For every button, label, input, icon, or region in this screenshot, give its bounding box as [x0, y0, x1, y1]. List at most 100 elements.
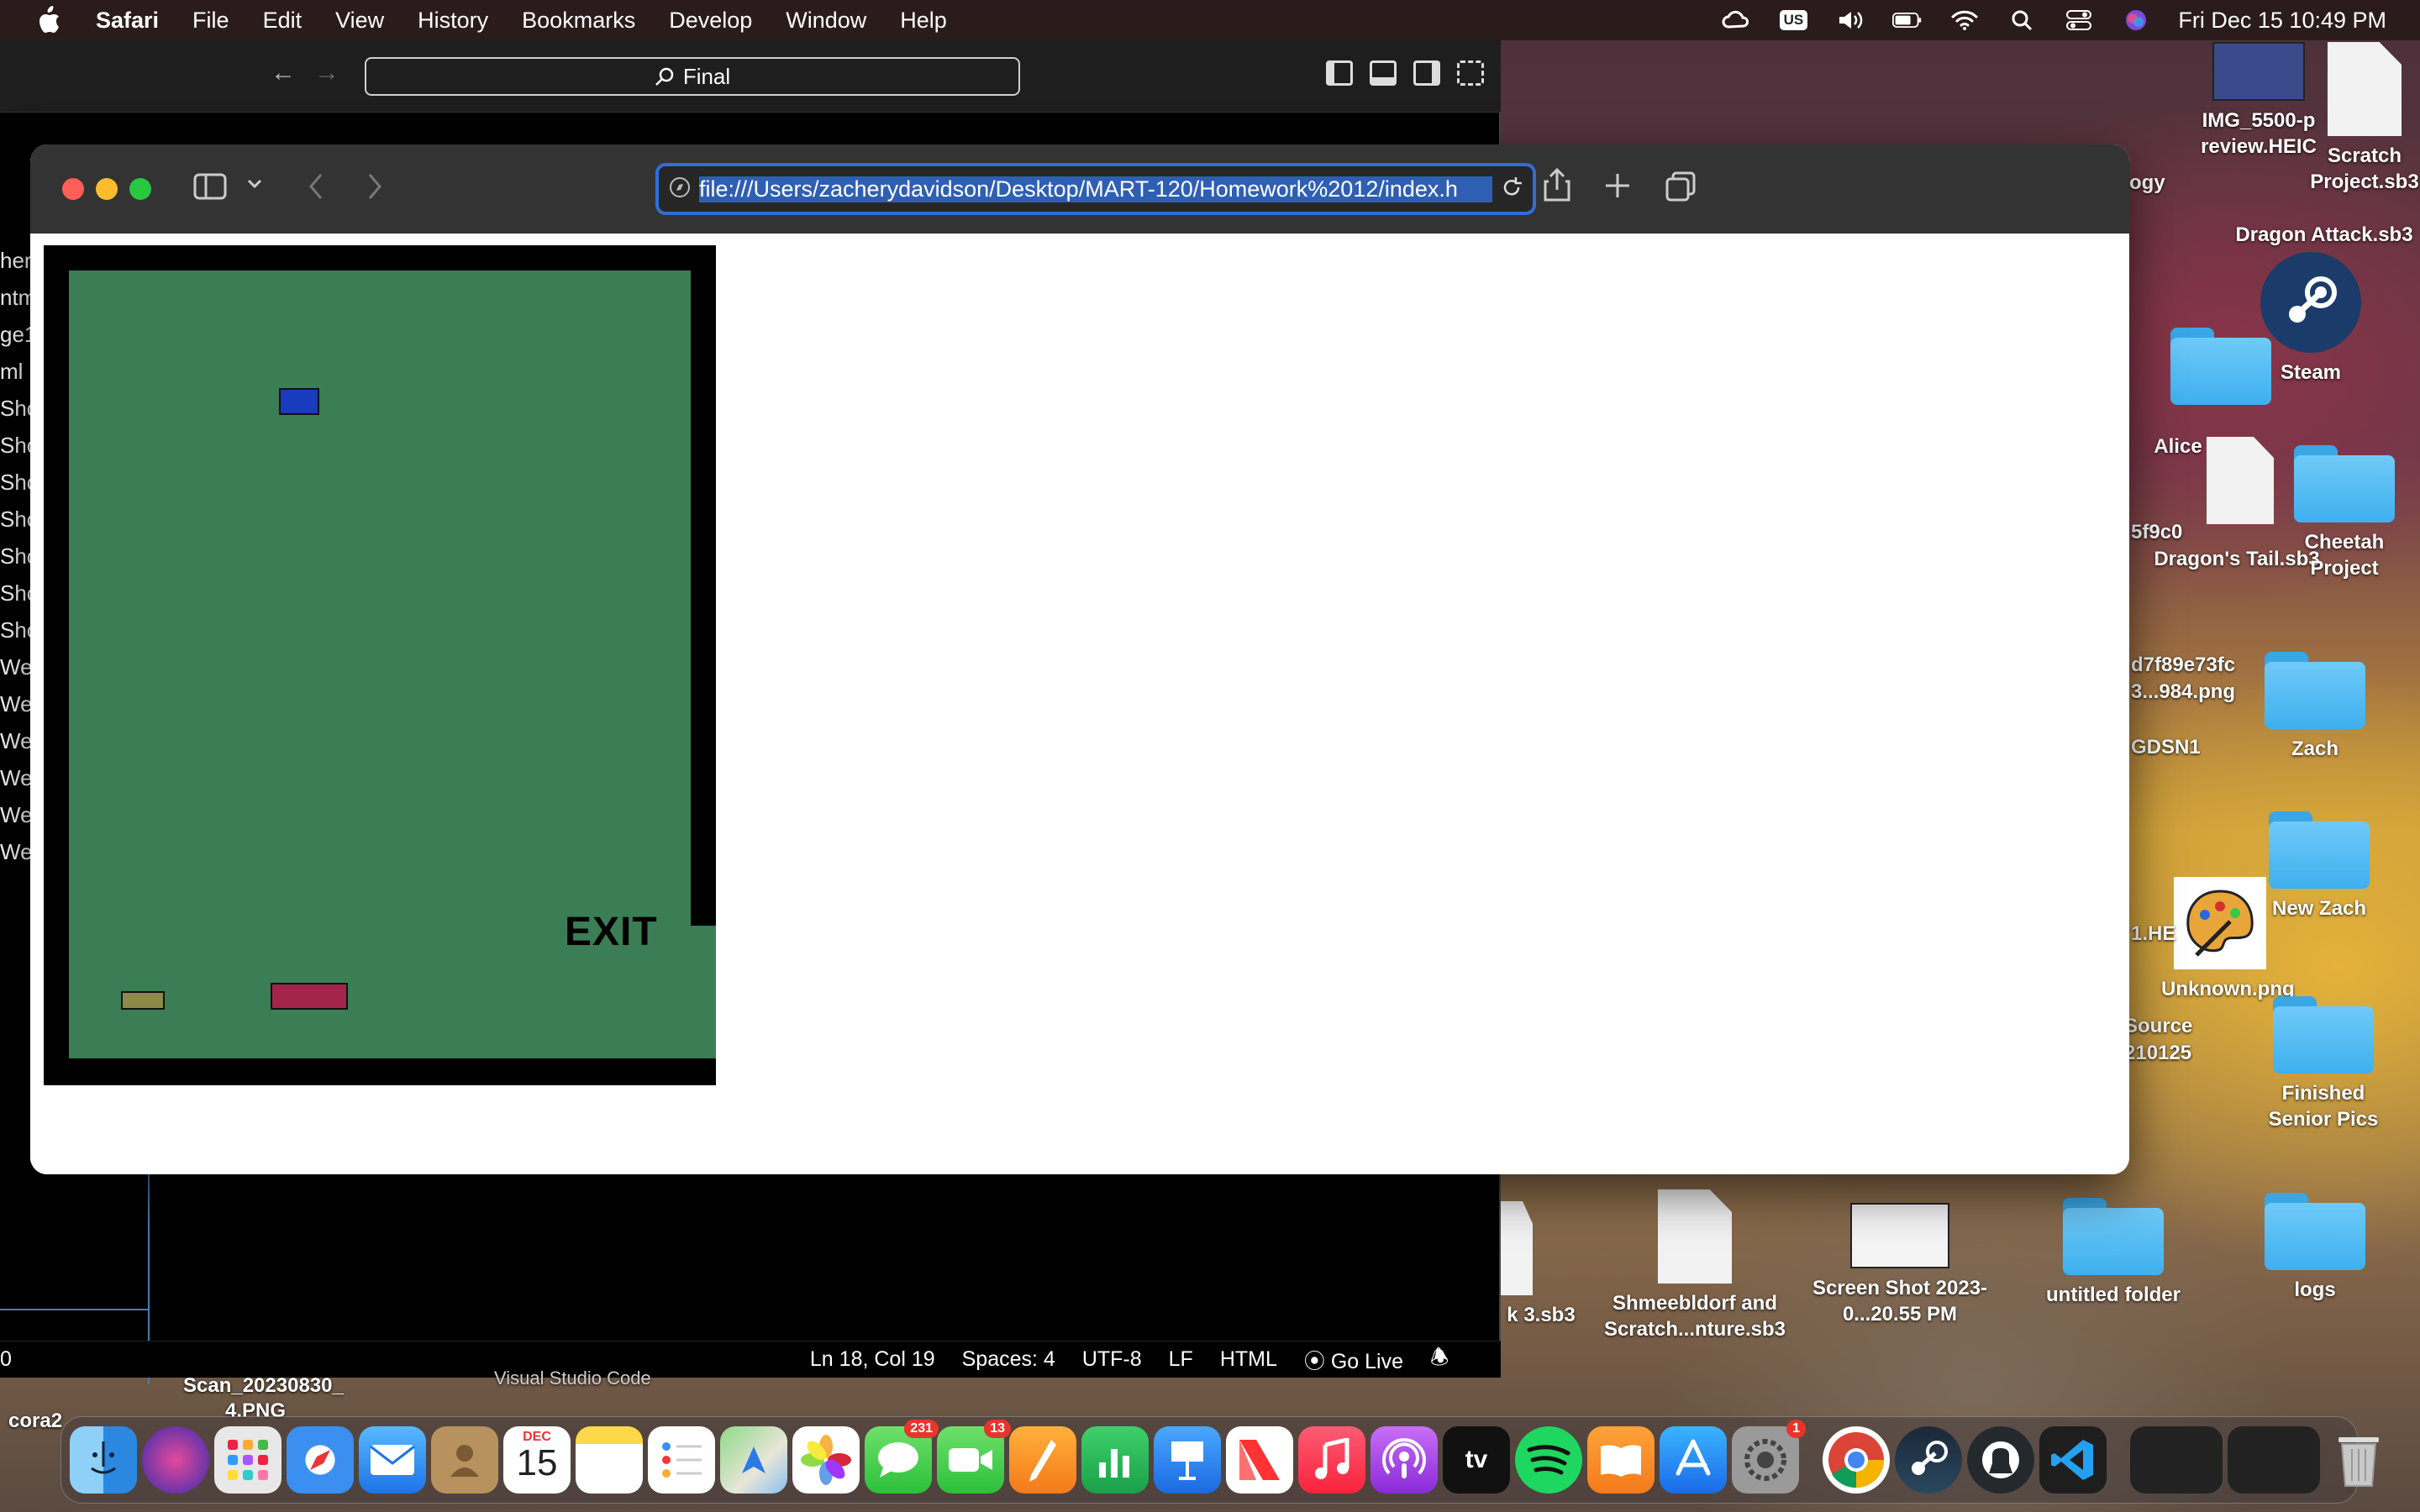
siri-icon[interactable] — [142, 1426, 209, 1494]
desktop-folder[interactable] — [2166, 328, 2275, 412]
spotlight-search-icon[interactable] — [2007, 8, 2037, 33]
messages-icon[interactable]: 231 — [865, 1420, 939, 1494]
menu-window[interactable]: Window — [786, 8, 866, 34]
reminders-icon[interactable] — [648, 1426, 715, 1494]
menu-bookmarks[interactable]: Bookmarks — [522, 8, 635, 34]
new-tab-plus-icon[interactable] — [1603, 171, 1632, 204]
list-item[interactable]: Sho — [0, 538, 34, 575]
list-item[interactable]: Sho — [0, 427, 34, 464]
menu-view[interactable]: View — [335, 8, 384, 34]
desktop-file-screenshot[interactable]: Screen Shot 2023-0...20.55 PM — [1803, 1203, 1996, 1327]
list-item[interactable]: Sho — [0, 390, 34, 427]
list-item[interactable]: We — [0, 722, 34, 759]
safari-icon[interactable] — [287, 1426, 354, 1494]
menu-edit[interactable]: Edit — [263, 8, 302, 34]
forward-chevron-icon[interactable] — [366, 173, 383, 204]
launchpad-icon[interactable] — [214, 1426, 281, 1494]
creative-cloud-icon[interactable] — [1721, 8, 1751, 33]
desktop-file-scan[interactable]: Scan_20230830_ — [183, 1374, 344, 1398]
menu-history[interactable]: History — [418, 8, 488, 34]
share-icon[interactable] — [1543, 167, 1571, 206]
status-cursor-position[interactable]: Ln 18, Col 19 — [810, 1347, 935, 1372]
back-arrow-icon[interactable]: ← — [271, 59, 296, 87]
tv-icon[interactable]: tv — [1443, 1426, 1510, 1494]
list-item[interactable]: Sho — [0, 612, 34, 648]
url-text[interactable]: file:///Users/zacherydavidson/Desktop/MA… — [699, 176, 1492, 202]
keynote-icon[interactable] — [1154, 1426, 1221, 1494]
notes-icon[interactable] — [576, 1426, 643, 1494]
list-item[interactable]: Sho — [0, 501, 34, 538]
toggle-secondary-sidebar-icon[interactable] — [1413, 60, 1440, 86]
finder-icon[interactable] — [70, 1426, 137, 1494]
forward-arrow-icon[interactable]: → — [314, 59, 339, 87]
spotify-icon[interactable] — [1515, 1426, 1582, 1494]
toggle-sidebar-icon[interactable] — [1326, 60, 1353, 86]
podcasts-icon[interactable] — [1370, 1426, 1438, 1494]
trash-icon[interactable] — [2325, 1426, 2392, 1494]
contacts-icon[interactable] — [431, 1426, 498, 1494]
desktop-file-scratch-project[interactable]: Scratch Project.sb3 — [2309, 42, 2420, 195]
minimized-window-thumbnail[interactable] — [2228, 1426, 2320, 1494]
notifications-bell-icon[interactable]: 🕭 — [1430, 1341, 1449, 1378]
desktop-file-unknown-png[interactable]: Unknown.png — [2161, 877, 2295, 1002]
list-item[interactable]: We — [0, 759, 34, 796]
mail-icon[interactable] — [359, 1426, 426, 1494]
command-center-search[interactable]: Final — [365, 57, 1020, 96]
wifi-icon[interactable] — [1949, 8, 1980, 33]
clock[interactable]: Fri Dec 15 10:49 PM — [2178, 8, 2386, 34]
github-icon[interactable] — [1967, 1426, 2034, 1494]
tab-overview-icon[interactable] — [1665, 171, 1696, 206]
list-item[interactable]: Sho — [0, 575, 34, 612]
status-eol[interactable]: LF — [1169, 1347, 1193, 1372]
menu-help[interactable]: Help — [900, 8, 947, 34]
desktop-file-cora[interactable]: cora2 — [8, 1410, 62, 1433]
toggle-panel-icon[interactable] — [1370, 60, 1397, 86]
menu-app-name[interactable]: Safari — [96, 8, 159, 34]
control-center-icon[interactable] — [2064, 8, 2094, 33]
appstore-icon[interactable] — [1660, 1426, 1727, 1494]
chrome-icon[interactable] — [1823, 1426, 1890, 1494]
desktop-file-k3[interactable]: k 3.sb3 — [1499, 1201, 1583, 1328]
pages-icon[interactable] — [1009, 1426, 1076, 1494]
desktop-file-dragon-attack[interactable]: Dragon Attack.sb3 — [2228, 222, 2420, 248]
desktop-folder-untitled[interactable]: untitled folder — [2033, 1198, 2193, 1308]
list-item[interactable]: We — [0, 796, 34, 833]
status-language[interactable]: HTML — [1220, 1347, 1277, 1372]
zoom-window-button[interactable] — [129, 178, 151, 200]
list-item[interactable]: ml — [0, 353, 34, 390]
list-item[interactable]: We — [0, 648, 34, 685]
siri-icon[interactable] — [2121, 8, 2151, 33]
status-indentation[interactable]: Spaces: 4 — [962, 1347, 1055, 1372]
desktop-folder-cheetah[interactable]: Cheetah Project — [2269, 445, 2420, 581]
desktop-file-img5500[interactable]: IMG_5500-preview.HEIC — [2200, 42, 2317, 160]
back-chevron-icon[interactable] — [308, 173, 324, 204]
list-item[interactable]: ge1 — [0, 316, 34, 353]
volume-icon[interactable] — [1835, 8, 1865, 33]
menu-develop[interactable]: Develop — [669, 8, 752, 34]
news-icon[interactable] — [1226, 1426, 1293, 1494]
minimize-window-button[interactable] — [96, 178, 118, 200]
status-encoding[interactable]: UTF-8 — [1082, 1347, 1142, 1372]
list-item[interactable]: her — [0, 242, 34, 279]
input-source-icon[interactable]: US — [1778, 8, 1808, 33]
reload-icon[interactable] — [1501, 176, 1523, 203]
game-canvas[interactable]: EXIT — [44, 245, 716, 1085]
steam-icon[interactable] — [1895, 1426, 1962, 1494]
menu-file[interactable]: File — [192, 8, 229, 34]
desktop-folder-finished-senior[interactable]: Finished Senior Pics — [2227, 996, 2420, 1132]
sidebar-toggle-icon[interactable] — [193, 173, 227, 204]
safari-window[interactable]: file:///Users/zacherydavidson/Desktop/MA… — [30, 144, 2129, 1174]
numbers-icon[interactable] — [1081, 1426, 1149, 1494]
calendar-icon[interactable]: DEC 15 — [503, 1426, 571, 1494]
status-problems[interactable]: 0 — [0, 1347, 12, 1372]
desktop-file-dragons-tail[interactable] — [2202, 437, 2279, 531]
books-icon[interactable] — [1587, 1426, 1655, 1494]
battery-icon[interactable] — [1892, 8, 1923, 33]
list-item[interactable]: We — [0, 833, 34, 870]
customize-layout-icon[interactable] — [1457, 60, 1484, 86]
chevron-down-icon[interactable] — [247, 178, 262, 194]
desktop-folder-zach[interactable]: Zach — [2260, 652, 2370, 762]
music-icon[interactable] — [1298, 1426, 1365, 1494]
desktop-folder-logs[interactable]: logs — [2260, 1193, 2370, 1303]
status-go-live[interactable]: ⦿ Go Live — [1304, 1345, 1403, 1375]
